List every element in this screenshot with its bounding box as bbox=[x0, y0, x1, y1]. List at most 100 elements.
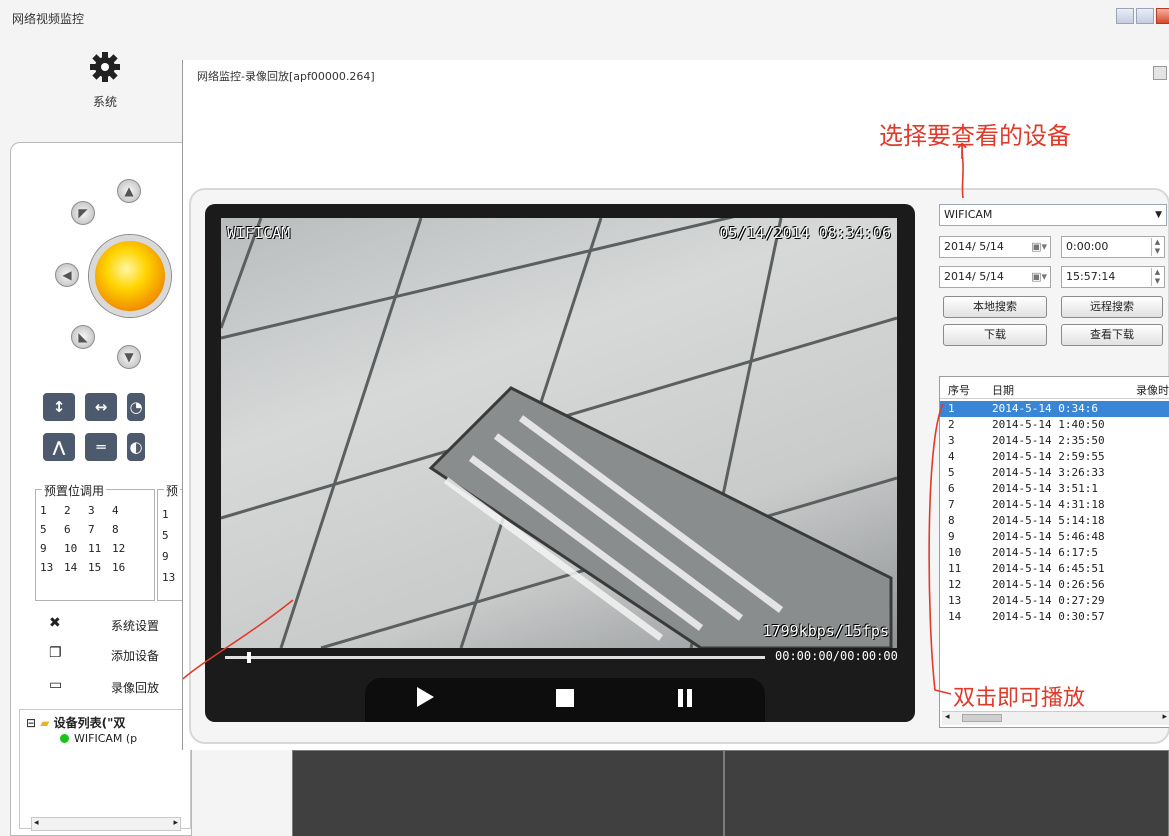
close-button[interactable] bbox=[1156, 8, 1169, 24]
ptz-down-left-button[interactable]: ◣ bbox=[71, 325, 95, 349]
device-tree-item-label: WIFICAM (p bbox=[74, 732, 138, 745]
preset-button[interactable]: 9 bbox=[40, 542, 64, 555]
calendar-icon[interactable]: ▣▾ bbox=[1031, 267, 1047, 287]
video-frame[interactable]: WIFICAM 05/14/2014 08:34:06 1799kbps/15f… bbox=[221, 218, 897, 648]
record-index: 11 bbox=[948, 562, 962, 575]
ptz-center-button[interactable] bbox=[89, 235, 171, 317]
record-row[interactable]: 7 2014-5-14 4:31:18 bbox=[940, 497, 1169, 513]
record-row[interactable]: 14 2014-5-14 0:30:57 bbox=[940, 609, 1169, 625]
annotation-double-click: 双击即可播放 bbox=[953, 686, 1086, 711]
local-search-button[interactable]: 本地搜索 bbox=[943, 296, 1047, 318]
preset-button[interactable]: 13 bbox=[40, 561, 64, 574]
device-tree-item[interactable]: WIFICAM (p bbox=[60, 732, 137, 745]
device-select[interactable]: WIFICAM ▼ bbox=[939, 204, 1167, 226]
preset-button[interactable]: 2 bbox=[64, 504, 88, 517]
preset-button[interactable]: 12 bbox=[112, 542, 136, 555]
preset-button[interactable]: 15 bbox=[88, 561, 112, 574]
osd-datetime: 05/14/2014 08:34:06 bbox=[719, 224, 891, 242]
preview-pane[interactable] bbox=[292, 750, 724, 836]
device-tree-root[interactable]: ⊟ ▰ 设备列表("双 bbox=[26, 714, 125, 731]
ptz-up-left-button[interactable]: ◤ bbox=[71, 201, 95, 225]
minimize-button[interactable] bbox=[1116, 8, 1134, 24]
preview-pane[interactable] bbox=[724, 750, 1169, 836]
preset-button[interactable]: 8 bbox=[112, 523, 136, 536]
vertical-scan-button[interactable]: ↕ bbox=[43, 393, 75, 421]
scroll-left-icon[interactable]: ◂ bbox=[34, 818, 39, 828]
ptz-up-button[interactable]: ▲ bbox=[117, 179, 141, 203]
record-date: 2014-5-14 3:51:1 bbox=[992, 482, 1098, 495]
stop-button[interactable] bbox=[545, 686, 585, 714]
record-row[interactable]: 11 2014-5-14 6:45:51 bbox=[940, 561, 1169, 577]
maximize-button[interactable] bbox=[1136, 8, 1154, 24]
record-row[interactable]: 10 2014-5-14 6:17:5 bbox=[940, 545, 1169, 561]
start-date-value: 2014/ 5/14 bbox=[944, 240, 1004, 253]
record-index: 14 bbox=[948, 610, 962, 623]
record-row[interactable]: 4 2014-5-14 2:59:55 bbox=[940, 449, 1169, 465]
preset-button[interactable]: 14 bbox=[64, 561, 88, 574]
menu-add-device-label: 添加设备 bbox=[111, 649, 160, 663]
preset-button[interactable]: 1 bbox=[40, 504, 64, 517]
scroll-thumb[interactable] bbox=[962, 714, 1002, 722]
download-button[interactable]: 下载 bbox=[943, 324, 1047, 346]
record-row[interactable]: 12 2014-5-14 0:26:56 bbox=[940, 577, 1169, 593]
preset-button[interactable]: 16 bbox=[112, 561, 136, 574]
scroll-left-icon[interactable]: ◂ bbox=[945, 712, 950, 722]
collapse-icon[interactable]: ⊟ bbox=[26, 716, 36, 730]
preset-set-button[interactable]: 9 bbox=[162, 546, 175, 567]
spinner-icon[interactable]: ▲ ▼ bbox=[1151, 238, 1163, 256]
ptz-left-button[interactable]: ◀ bbox=[55, 263, 79, 287]
column-header-date[interactable]: 日期 bbox=[992, 382, 1014, 398]
record-row[interactable]: 5 2014-5-14 3:26:33 bbox=[940, 465, 1169, 481]
preset-button[interactable]: 4 bbox=[112, 504, 136, 517]
preset-set-button[interactable]: 1 bbox=[162, 504, 175, 525]
seek-bar[interactable] bbox=[225, 652, 765, 663]
record-list-scrollbar[interactable]: ◂ ▸ bbox=[942, 711, 1169, 725]
ptz-down-button[interactable]: ▼ bbox=[117, 345, 141, 369]
playback-controls bbox=[365, 678, 765, 722]
preset-button[interactable]: 6 bbox=[64, 523, 88, 536]
play-button[interactable] bbox=[405, 686, 445, 714]
tree-scrollbar[interactable]: ◂ ▸ bbox=[31, 817, 181, 831]
column-header-duration[interactable]: 录像时 bbox=[1136, 382, 1169, 398]
record-row[interactable]: 2 2014-5-14 1:40:50 bbox=[940, 417, 1169, 433]
annotation-arrow: ↑ bbox=[953, 140, 972, 165]
focus-button[interactable]: ◐ bbox=[127, 433, 145, 461]
end-date-field[interactable]: 2014/ 5/14 ▣▾ bbox=[939, 266, 1051, 288]
mirror-button[interactable]: ═ bbox=[85, 433, 117, 461]
record-row[interactable]: 13 2014-5-14 0:27:29 bbox=[940, 593, 1169, 609]
record-row[interactable]: 6 2014-5-14 3:51:1 bbox=[940, 481, 1169, 497]
start-date-field[interactable]: 2014/ 5/14 ▣▾ bbox=[939, 236, 1051, 258]
preset-set-button[interactable]: 5 bbox=[162, 525, 175, 546]
start-time-field[interactable]: 0:00:00 ▲ ▼ bbox=[1061, 236, 1165, 258]
preset-button[interactable]: 7 bbox=[88, 523, 112, 536]
preset-button[interactable]: 3 bbox=[88, 504, 112, 517]
end-time-field[interactable]: 15:57:14 ▲ ▼ bbox=[1061, 266, 1165, 288]
record-row[interactable]: 1 2014-5-14 0:34:6 bbox=[940, 401, 1169, 417]
system-button[interactable]: 系统 bbox=[70, 50, 140, 110]
flip-button[interactable]: ⋀ bbox=[43, 433, 75, 461]
scroll-right-icon[interactable]: ▸ bbox=[173, 818, 178, 828]
view-downloads-button[interactable]: 查看下载 bbox=[1061, 324, 1163, 346]
preset-set-button[interactable]: 13 bbox=[162, 567, 175, 588]
record-date: 2014-5-14 1:40:50 bbox=[992, 418, 1105, 431]
record-row[interactable]: 9 2014-5-14 5:46:48 bbox=[940, 529, 1169, 545]
scroll-right-icon[interactable]: ▸ bbox=[1162, 712, 1167, 722]
record-row[interactable]: 3 2014-5-14 2:35:50 bbox=[940, 433, 1169, 449]
pause-button[interactable] bbox=[665, 686, 705, 714]
dialog-minimize-button[interactable] bbox=[1153, 66, 1167, 80]
preset-button[interactable]: 11 bbox=[88, 542, 112, 555]
preset-button[interactable]: 5 bbox=[40, 523, 64, 536]
horizontal-scan-button[interactable]: ↔ bbox=[85, 393, 117, 421]
zoom-button[interactable]: ◔ bbox=[127, 393, 145, 421]
remote-search-button[interactable]: 远程搜索 bbox=[1061, 296, 1163, 318]
preset-button[interactable]: 10 bbox=[64, 542, 88, 555]
spinner-icon[interactable]: ▲ ▼ bbox=[1151, 268, 1163, 286]
osd-camera-name: WIFICAM bbox=[227, 224, 291, 242]
column-header-index[interactable]: 序号 bbox=[948, 382, 970, 398]
record-date: 2014-5-14 2:59:55 bbox=[992, 450, 1105, 463]
seek-knob[interactable] bbox=[246, 652, 251, 663]
record-row[interactable]: 8 2014-5-14 5:14:18 bbox=[940, 513, 1169, 529]
chevron-down-icon: ▼ bbox=[1155, 210, 1162, 220]
calendar-icon[interactable]: ▣▾ bbox=[1031, 237, 1047, 257]
record-index: 9 bbox=[948, 530, 955, 543]
